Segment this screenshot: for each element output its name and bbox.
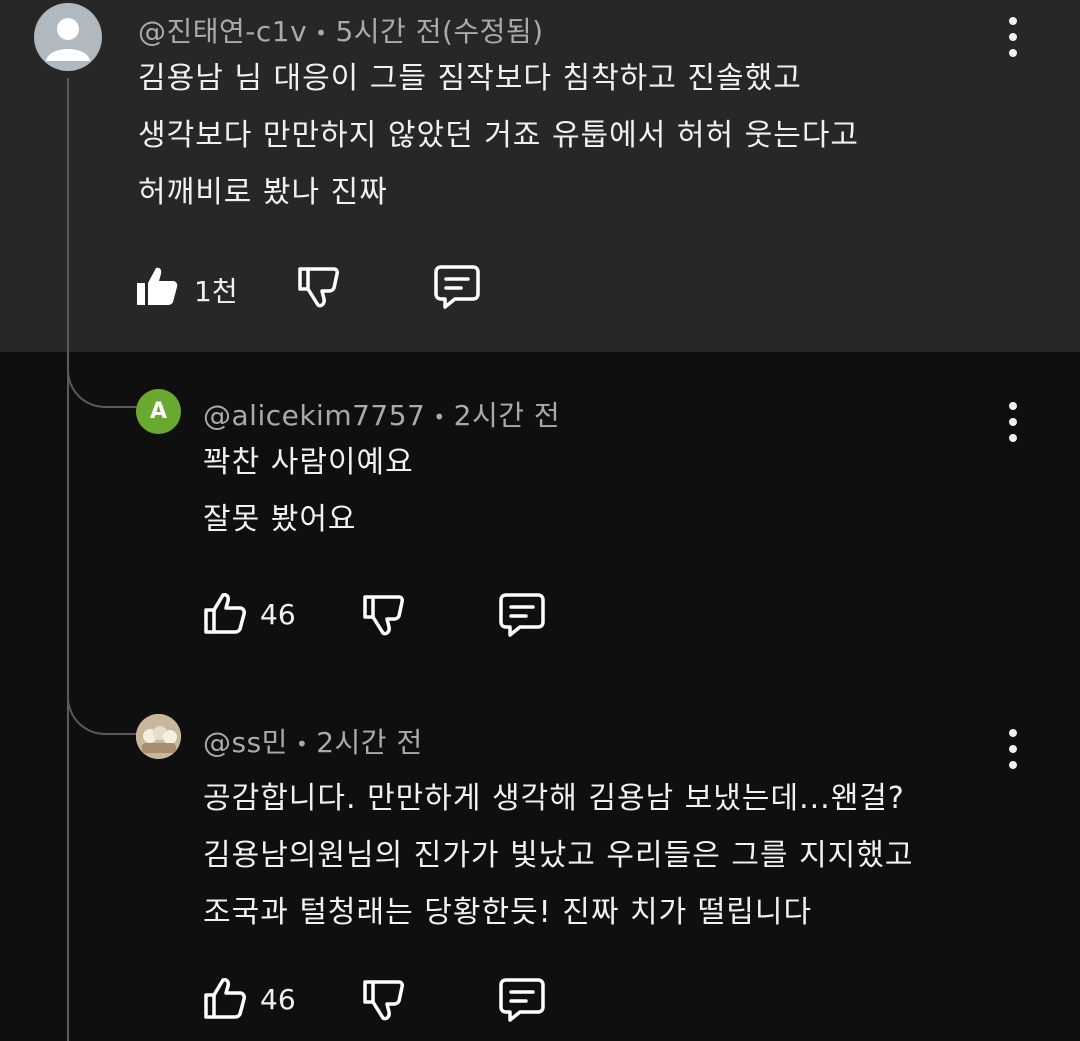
comment-meta: @alicekim7757 • 2시간 전 bbox=[203, 399, 561, 432]
dislike-button[interactable] bbox=[296, 266, 340, 308]
comment-meta: @ss민 • 2시간 전 bbox=[203, 726, 423, 759]
avatar[interactable] bbox=[136, 714, 181, 759]
comment-text: 꽉찬 사람이예요 잘못 봤어요 bbox=[203, 434, 414, 548]
dislike-button[interactable] bbox=[361, 594, 405, 636]
more-vert-icon[interactable] bbox=[1001, 729, 1025, 769]
reply-comment-icon bbox=[499, 978, 545, 1022]
more-vert-icon[interactable] bbox=[1001, 17, 1025, 57]
thumbs-up-icon bbox=[137, 267, 178, 305]
comment-line: 생각보다 만만하지 않았던 거죠 유툽에서 허허 웃는다고 bbox=[138, 118, 860, 153]
like-button[interactable] bbox=[203, 592, 247, 634]
comment-text: 김용남 님 대응이 그들 짐작보다 침착하고 진솔했고 생각보다 만만하지 않았… bbox=[138, 50, 859, 221]
comment-time: 2시간 전 bbox=[453, 399, 561, 432]
like-count: 46 bbox=[260, 598, 296, 631]
comment-line: 허깨비로 봤나 진짜 bbox=[138, 175, 388, 210]
comment-line: 김용남 님 대응이 그들 짐작보다 침착하고 진솔했고 bbox=[138, 61, 802, 96]
like-count: 1천 bbox=[194, 275, 238, 308]
comment-meta: @진태연-c1v • 5시간 전(수정됨) bbox=[138, 15, 544, 48]
avatar-photo bbox=[136, 714, 181, 759]
thread-line bbox=[67, 78, 69, 1041]
comment-time: 5시간 전(수정됨) bbox=[335, 15, 544, 48]
reply-button[interactable] bbox=[498, 977, 546, 1023]
author-name[interactable]: @alicekim7757 bbox=[203, 399, 425, 432]
comment-line: 공감합니다. 만만하게 생각해 김용남 보냈는데...왠걸? bbox=[203, 781, 905, 816]
dislike-button[interactable] bbox=[361, 979, 405, 1021]
reply-button[interactable] bbox=[433, 264, 481, 310]
thumbs-down-icon bbox=[298, 267, 339, 308]
comment-text: 공감합니다. 만만하게 생각해 김용남 보냈는데...왠걸? 김용남의원님의 진… bbox=[203, 770, 913, 941]
comment-line: 조국과 털청래는 당황한듯! 진짜 치가 떨립니다 bbox=[203, 895, 813, 930]
reply-connector bbox=[67, 368, 137, 408]
thumbs-down-icon bbox=[363, 980, 404, 1021]
comment-time: 2시간 전 bbox=[316, 726, 423, 759]
thumbs-up-icon bbox=[204, 978, 246, 1019]
avatar[interactable] bbox=[34, 3, 102, 71]
thumbs-up-icon bbox=[204, 593, 246, 634]
reply-connector bbox=[67, 695, 137, 735]
comment-line: 잘못 봤어요 bbox=[203, 502, 357, 537]
like-count: 46 bbox=[260, 983, 296, 1016]
reply-comment-icon bbox=[499, 593, 545, 637]
like-button[interactable] bbox=[203, 977, 247, 1019]
author-name[interactable]: @진태연-c1v bbox=[138, 15, 307, 48]
author-name[interactable]: @ss민 bbox=[203, 726, 288, 759]
like-button[interactable] bbox=[135, 265, 179, 307]
default-user-icon bbox=[46, 18, 90, 61]
thumbs-down-icon bbox=[363, 595, 404, 636]
reply-comment-icon bbox=[434, 265, 480, 309]
comment-line: 김용남의원님의 진가가 빛났고 우리들은 그를 지지했고 bbox=[203, 838, 914, 873]
avatar[interactable]: A bbox=[136, 389, 181, 434]
reply-button[interactable] bbox=[498, 592, 546, 638]
comment-line: 꽉찬 사람이예요 bbox=[203, 445, 414, 480]
more-vert-icon[interactable] bbox=[1001, 402, 1025, 442]
